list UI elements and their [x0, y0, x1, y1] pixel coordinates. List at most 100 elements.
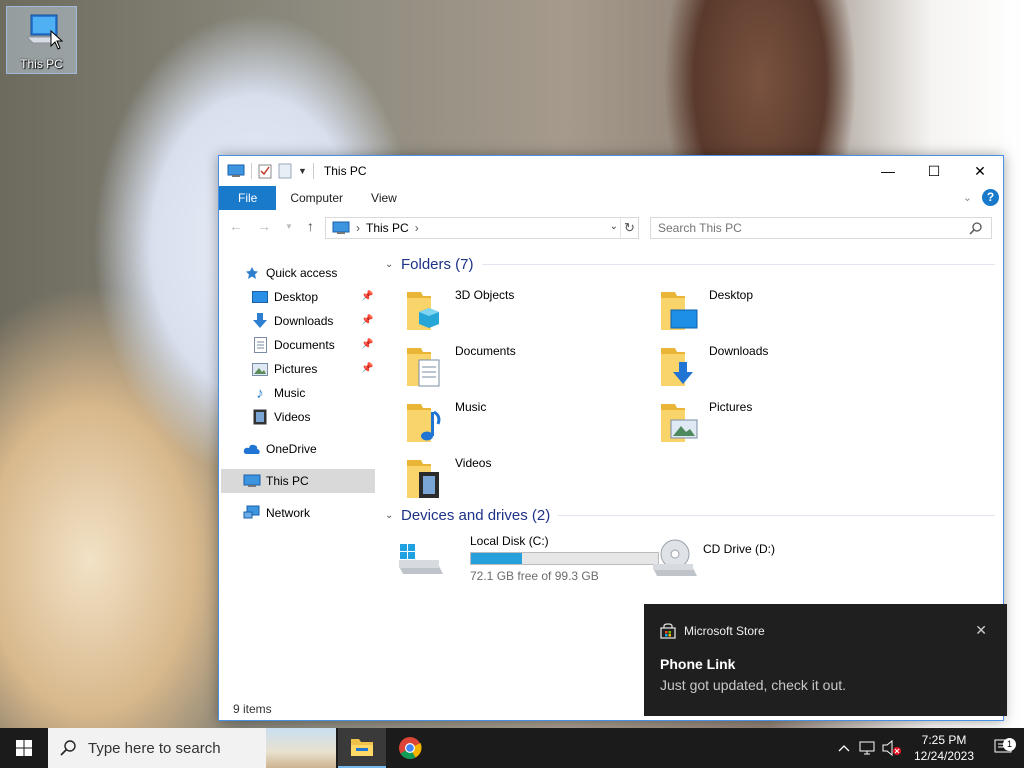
nav-label: Quick access	[266, 266, 338, 280]
window-title: This PC	[323, 164, 367, 178]
close-button[interactable]: ✕	[957, 156, 1003, 186]
folder-videos[interactable]: Videos	[383, 452, 633, 508]
nav-label: Network	[266, 506, 311, 520]
maximize-button[interactable]: ☐	[911, 156, 957, 186]
customize-toolbar-dropdown-icon[interactable]: ▼	[298, 166, 307, 176]
folder-name: 3D Objects	[455, 288, 515, 302]
properties-icon[interactable]	[258, 163, 272, 179]
folder-name: Pictures	[709, 400, 753, 414]
volume-muted-icon[interactable]	[880, 740, 904, 756]
download-arrow-icon	[253, 313, 267, 328]
action-center-button[interactable]: 1	[984, 738, 1024, 757]
folder-music[interactable]: Music	[383, 396, 633, 452]
pin-icon[interactable]: 📌	[361, 315, 373, 326]
show-hidden-icons-chevron-icon[interactable]	[832, 744, 856, 752]
drive-usage-fill	[471, 553, 523, 564]
forward-arrow-icon[interactable]: →	[257, 218, 271, 234]
search-input[interactable]	[658, 218, 958, 238]
taskbar-file-explorer-button[interactable]	[338, 728, 386, 768]
nav-item-desktop[interactable]: Desktop	[251, 285, 318, 309]
nav-item-downloads[interactable]: Downloads	[251, 309, 333, 333]
drive-free-space: 72.1 GB free of 99.3 GB	[470, 569, 599, 583]
pictures-icon	[252, 362, 268, 376]
desktop-icon-this-pc[interactable]: This PC	[6, 6, 77, 74]
windows-logo-icon	[16, 740, 32, 756]
folder-pictures[interactable]: Pictures	[637, 396, 887, 452]
refresh-icon[interactable]: ↻	[620, 218, 638, 238]
clock[interactable]: 7:25 PM 12/24/2023	[904, 732, 984, 764]
film-icon	[253, 409, 267, 425]
taskbar: Type here to search 7:25 PM 12/24/2023 1	[0, 728, 1024, 768]
help-icon[interactable]: ?	[982, 189, 999, 206]
nav-label: This PC	[266, 474, 309, 488]
toast-notification[interactable]: Microsoft Store ✕ Phone Link Just got up…	[644, 604, 1007, 716]
close-icon: ✕	[974, 162, 986, 179]
ribbon-tabs: File Computer View ⌄ ?	[219, 186, 1003, 210]
nav-quick-access[interactable]: Quick access	[243, 261, 337, 285]
folder-desktop[interactable]: Desktop	[637, 284, 887, 340]
toast-close-icon[interactable]: ✕	[975, 622, 987, 639]
maximize-icon: ☐	[927, 162, 941, 179]
expand-ribbon-chevron-icon[interactable]: ⌄	[963, 191, 972, 204]
folder-3d-objects-icon	[407, 292, 439, 330]
this-pc-small-icon[interactable]	[227, 164, 245, 178]
nav-item-pictures[interactable]: Pictures	[251, 357, 317, 381]
nav-this-pc[interactable]: This PC	[221, 469, 375, 493]
collapse-chevron-icon[interactable]: ⌄	[385, 259, 399, 270]
music-note-icon: ♪	[256, 384, 264, 402]
drive-local-disk-c[interactable]: Local Disk (C:) 72.1 GB free of 99.3 GB	[399, 534, 661, 590]
folders-group-header[interactable]: ⌄ Folders (7)	[385, 254, 995, 274]
address-bar[interactable]: › This PC › ⌄ ↻	[325, 217, 639, 239]
nav-item-music[interactable]: ♪ Music	[251, 381, 305, 405]
star-icon	[246, 267, 258, 279]
collapse-chevron-icon[interactable]: ⌄	[385, 510, 399, 521]
breadcrumb-chevron-icon[interactable]: ›	[415, 221, 419, 235]
minimize-button[interactable]: —	[865, 156, 911, 186]
this-pc-address-icon	[332, 221, 350, 234]
drive-cd-d[interactable]: CD Drive (D:)	[653, 534, 853, 590]
nav-item-videos[interactable]: Videos	[251, 405, 310, 429]
address-dropdown-icon[interactable]: ⌄	[610, 221, 618, 232]
folder-3d-objects[interactable]: 3D Objects	[383, 284, 633, 340]
group-divider	[481, 263, 995, 265]
nav-label: Pictures	[274, 362, 318, 376]
drive-usage-bar	[470, 552, 659, 565]
search-box[interactable]	[650, 217, 992, 239]
this-pc-icon	[243, 474, 261, 487]
nav-onedrive[interactable]: OneDrive	[243, 437, 317, 461]
address-row: ← → ▼ ↑ › This PC › ⌄ ↻	[219, 214, 1003, 242]
nav-network[interactable]: Network	[243, 501, 310, 525]
search-highlight-image	[266, 728, 336, 768]
breadcrumb-this-pc[interactable]: This PC	[366, 221, 409, 235]
recent-locations-dropdown-icon[interactable]: ▼	[285, 222, 293, 231]
nav-item-documents[interactable]: Documents	[251, 333, 335, 357]
back-arrow-icon[interactable]: ←	[229, 218, 243, 234]
folder-name: Downloads	[709, 344, 769, 358]
devices-group-header[interactable]: ⌄ Devices and drives (2)	[385, 505, 995, 525]
pin-icon[interactable]: 📌	[361, 339, 373, 350]
taskbar-search-box[interactable]: Type here to search	[48, 728, 336, 768]
search-icon	[969, 222, 982, 235]
taskbar-chrome-button[interactable]	[386, 728, 434, 768]
nav-label: Downloads	[274, 314, 334, 328]
group-divider	[558, 514, 995, 516]
clock-date: 12/24/2023	[913, 749, 975, 763]
tab-file[interactable]: File	[219, 186, 277, 210]
tab-computer[interactable]: Computer	[276, 186, 357, 210]
pin-icon[interactable]: 📌	[361, 363, 373, 374]
network-icon[interactable]	[856, 741, 880, 755]
tab-view[interactable]: View	[357, 186, 411, 210]
folder-music-icon	[407, 404, 441, 442]
new-folder-icon[interactable]	[278, 163, 292, 179]
pin-icon[interactable]: 📌	[361, 291, 373, 302]
nav-label: Videos	[274, 410, 311, 424]
minimize-icon: —	[881, 163, 895, 179]
folder-downloads[interactable]: Downloads	[637, 340, 887, 396]
cloud-icon	[243, 444, 260, 454]
up-arrow-icon[interactable]: ↑	[307, 218, 314, 234]
breadcrumb-chevron-icon[interactable]: ›	[356, 221, 360, 235]
start-button[interactable]	[0, 728, 48, 768]
folder-name: Videos	[455, 456, 492, 470]
mouse-cursor-icon	[50, 30, 64, 50]
folder-documents[interactable]: Documents	[383, 340, 633, 396]
